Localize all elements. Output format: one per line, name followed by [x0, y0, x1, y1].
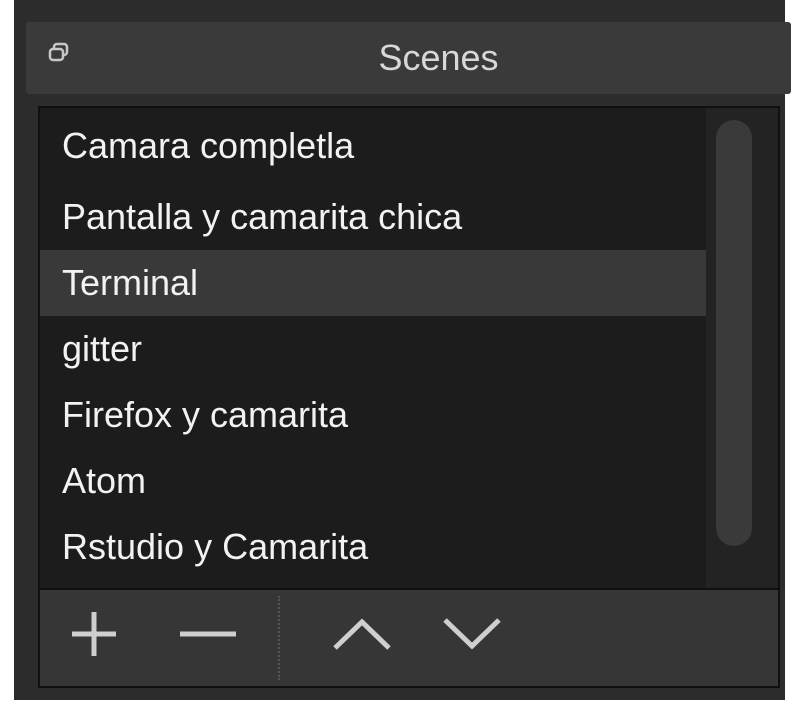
move-scene-up-button[interactable]	[330, 604, 394, 668]
scene-list-item[interactable]: Scene 2	[40, 580, 710, 588]
scenes-toolbar	[38, 590, 780, 688]
scene-list-item[interactable]: Firefox y camarita	[40, 382, 710, 448]
minus-icon	[178, 606, 238, 667]
move-scene-down-button[interactable]	[440, 604, 504, 668]
scenes-list[interactable]: Camara completla Pantalla y camarita chic…	[38, 106, 780, 590]
remove-scene-button[interactable]	[176, 604, 240, 668]
scrollbar-thumb[interactable]	[716, 120, 752, 546]
scene-list-item[interactable]: Terminal	[40, 250, 710, 316]
panel-title: Scenes	[378, 37, 499, 78]
scene-list-item[interactable]: Rstudio y Camarita	[40, 514, 710, 580]
chevron-down-icon	[441, 614, 503, 659]
add-scene-button[interactable]	[62, 604, 126, 668]
scene-list-item[interactable]: Pantalla y camarita chica	[40, 184, 710, 250]
scenes-panel: Scenes Camara completla Pantalla y camari…	[14, 0, 791, 700]
toolbar-separator	[278, 596, 280, 680]
dock-title-bar[interactable]: Scenes	[26, 22, 791, 94]
scrollbar-track[interactable]	[706, 108, 778, 588]
scene-list-item[interactable]: Atom	[40, 448, 710, 514]
chevron-up-icon	[331, 614, 393, 659]
scenes-dock: Scenes Camara completla Pantalla y camari…	[0, 0, 795, 710]
plus-icon	[66, 606, 122, 667]
scene-list-item[interactable]: Camara completla	[40, 108, 710, 184]
scene-list-item[interactable]: gitter	[40, 316, 710, 382]
scene-list-items: Camara completla Pantalla y camarita chic…	[40, 108, 710, 588]
